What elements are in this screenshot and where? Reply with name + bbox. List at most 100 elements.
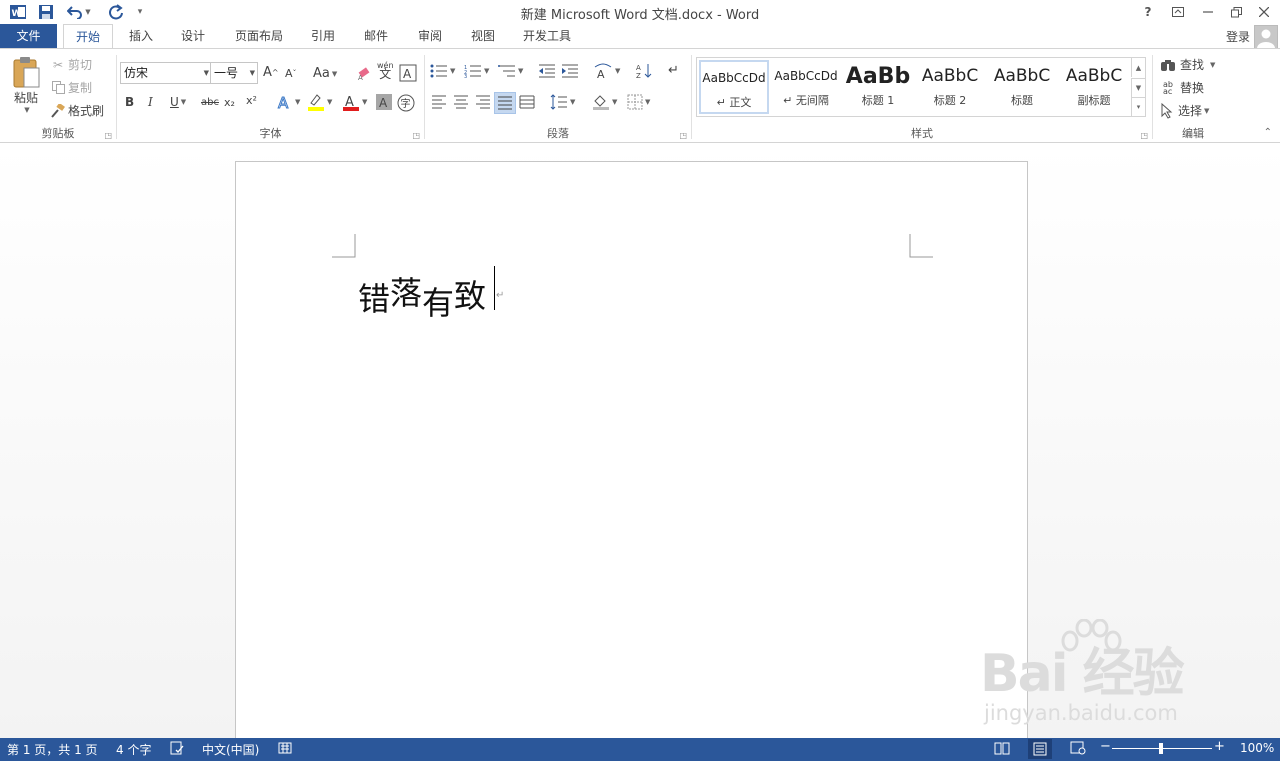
restore-icon[interactable] <box>1222 2 1250 22</box>
format-painter-button[interactable]: 格式刷 <box>50 102 104 119</box>
enclose-characters-button[interactable]: 字 <box>397 94 415 112</box>
borders-button[interactable]: ▼ <box>627 94 650 110</box>
zoom-slider-thumb[interactable] <box>1159 743 1163 754</box>
show-hide-marks-button[interactable]: ↵ <box>668 63 679 78</box>
doc-char: 有 <box>422 284 455 322</box>
print-layout-icon[interactable] <box>1028 739 1052 759</box>
tab-references[interactable]: 引用 <box>302 24 344 48</box>
tab-mailings[interactable]: 邮件 <box>355 24 397 48</box>
paragraph-group-label: 段落 <box>547 127 569 140</box>
tab-file[interactable]: 文件 <box>0 24 57 48</box>
title-bar: W ▼ ▾ 新建 Microsoft Word 文档.docx - Word ? <box>0 0 1280 24</box>
distributed-button[interactable] <box>519 95 535 109</box>
align-left-button[interactable] <box>431 95 447 109</box>
cut-button[interactable]: ✂ 剪切 <box>50 56 92 73</box>
shrink-font-button[interactable]: Aˇ <box>285 67 297 80</box>
tab-developer[interactable]: 开发工具 <box>516 24 578 48</box>
minimize-icon[interactable] <box>1194 2 1222 22</box>
phonetic-guide-button[interactable]: wén 文 <box>377 61 394 80</box>
document-page[interactable]: 错落有致 ↵ <box>235 161 1028 738</box>
bullets-button[interactable]: ▼ <box>430 64 455 78</box>
close-icon[interactable] <box>1250 2 1278 22</box>
underline-button[interactable]: U ▼ <box>170 95 186 109</box>
chevron-down-icon: ▼ <box>327 98 333 106</box>
gallery-scroll-down-icon[interactable]: ▼ <box>1131 78 1145 97</box>
subscript-button[interactable]: x₂ <box>224 96 235 109</box>
chevron-down-icon: ▼ <box>249 69 255 77</box>
line-spacing-button[interactable]: ▼ <box>550 94 575 110</box>
macro-recording-icon[interactable] <box>278 741 292 758</box>
font-name-combo[interactable]: 仿宋 ▼ <box>120 62 212 84</box>
replace-button[interactable]: ab ac 替换 <box>1160 79 1204 96</box>
help-button[interactable]: ? <box>1134 2 1162 22</box>
style-name: 副标题 <box>1077 94 1111 107</box>
paste-button[interactable]: 粘贴 ▼ <box>8 55 44 125</box>
tab-design[interactable]: 设计 <box>172 24 214 48</box>
character-border-button[interactable]: A <box>399 64 417 82</box>
login-link[interactable]: 登录 <box>1226 28 1250 45</box>
shaded-a-icon: A <box>376 94 392 110</box>
zoom-in-button[interactable]: + <box>1214 739 1225 754</box>
word-count[interactable]: 4 个字 <box>116 741 151 758</box>
tab-review[interactable]: 审阅 <box>409 24 451 48</box>
italic-button[interactable]: I <box>148 95 153 109</box>
zoom-out-button[interactable]: − <box>1100 739 1111 754</box>
zoom-level[interactable]: 100% <box>1240 741 1274 755</box>
gallery-more-icon[interactable]: ▾ <box>1131 97 1145 116</box>
avatar[interactable] <box>1254 25 1278 49</box>
change-case-button[interactable]: Aa ▼ <box>313 66 337 81</box>
page-count[interactable]: 第 1 页，共 1 页 <box>7 741 98 758</box>
strikethrough-button[interactable]: abc <box>201 97 219 108</box>
paragraph-launcher-icon[interactable]: ◳ <box>679 131 687 140</box>
tab-view[interactable]: 视图 <box>462 24 504 48</box>
character-shading-button[interactable]: A <box>376 94 392 110</box>
style-normal[interactable]: AaBbCcDd ↵ 正文 <box>699 60 769 114</box>
clipboard-launcher-icon[interactable]: ◳ <box>104 131 112 140</box>
style-heading-2[interactable]: AaBbC 标题 2 <box>915 60 985 114</box>
collapse-ribbon-icon[interactable]: ⌃ <box>1264 127 1272 138</box>
text-effects-button[interactable]: A ▼ <box>277 94 301 110</box>
align-right-button[interactable] <box>475 95 491 109</box>
multilevel-list-button[interactable]: ▼ <box>498 64 523 78</box>
styles-launcher-icon[interactable]: ◳ <box>1140 131 1148 140</box>
chinese-layout-button[interactable]: A ▼ <box>593 63 620 79</box>
style-heading-1[interactable]: AaBb 标题 1 <box>843 60 913 114</box>
bold-button[interactable]: B <box>125 95 134 109</box>
document-area[interactable]: 错落有致 ↵ Bai 经验 jingyan.baidu.com <box>0 143 1280 738</box>
ribbon-display-options-icon[interactable] <box>1164 2 1192 22</box>
decrease-indent-button[interactable] <box>538 64 556 78</box>
gallery-scroll-up-icon[interactable]: ▲ <box>1131 58 1145 77</box>
web-layout-icon[interactable] <box>1070 741 1086 758</box>
style-subtitle[interactable]: AaBbC 副标题 <box>1059 60 1129 114</box>
language-indicator[interactable]: 中文(中国) <box>202 741 259 758</box>
style-no-spacing[interactable]: AaBbCcDd ↵ 无间隔 <box>771 60 841 114</box>
proofing-icon[interactable] <box>170 741 184 758</box>
font-launcher-icon[interactable]: ◳ <box>412 131 420 140</box>
copy-button[interactable]: 复制 <box>50 79 92 96</box>
editing-group: 查找 ▼ ab ac 替换 选择 ▼ 编辑 <box>1153 49 1233 143</box>
font-size-combo[interactable]: 一号 ▼ <box>210 62 258 84</box>
font-color-button[interactable]: A ▼ <box>342 93 367 111</box>
shading-button[interactable]: ▼ <box>592 94 617 110</box>
increase-indent-button[interactable] <box>561 64 579 78</box>
tab-insert[interactable]: 插入 <box>120 24 162 48</box>
document-text[interactable]: 错落有致 <box>358 268 486 322</box>
find-button[interactable]: 查找 ▼ <box>1160 56 1215 73</box>
line-spacing-icon <box>550 94 567 110</box>
chevron-down-icon: ▼ <box>612 98 618 106</box>
read-mode-icon[interactable] <box>994 741 1010 758</box>
style-title[interactable]: AaBbC 标题 <box>987 60 1057 114</box>
highlight-color-button[interactable]: ▼ <box>307 93 332 111</box>
replace-icon: ab ac <box>1163 79 1173 96</box>
grow-font-button[interactable]: A ^ <box>263 65 279 80</box>
justify-button[interactable] <box>494 92 516 114</box>
chevron-down-icon: ▼ <box>295 98 301 106</box>
sort-button[interactable]: AZ <box>636 63 652 79</box>
select-button[interactable]: 选择 ▼ <box>1160 102 1209 119</box>
clear-formatting-button[interactable]: A <box>357 65 373 81</box>
superscript-button[interactable]: x² <box>246 94 257 107</box>
tab-home[interactable]: 开始 <box>63 24 113 49</box>
numbering-button[interactable]: 123 ▼ <box>464 64 489 78</box>
align-center-button[interactable] <box>453 95 469 109</box>
tab-page-layout[interactable]: 页面布局 <box>228 24 290 48</box>
